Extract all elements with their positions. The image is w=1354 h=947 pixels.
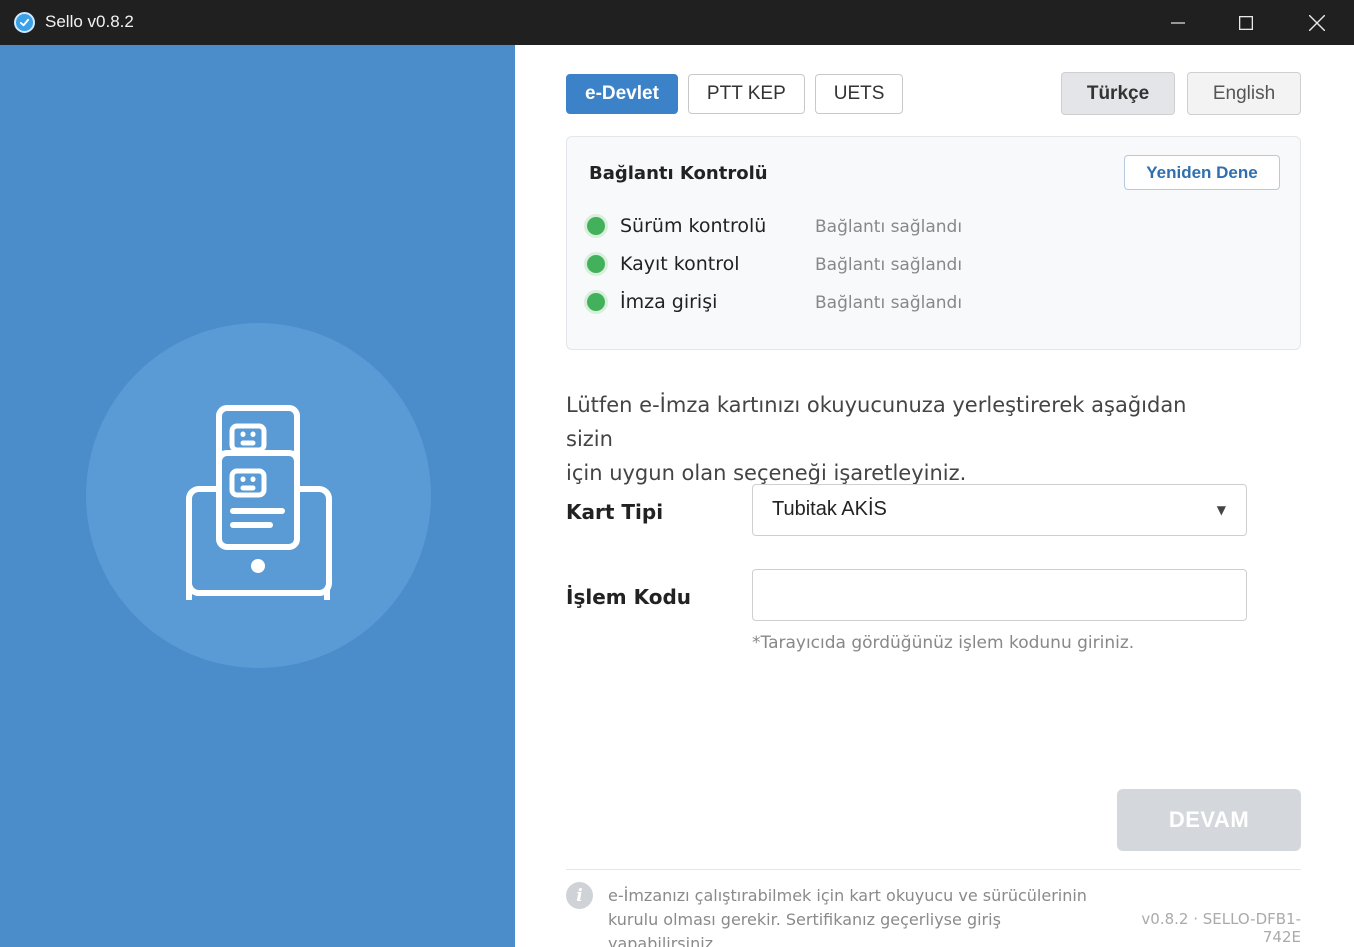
window-title: Sello v0.8.2: [45, 12, 134, 31]
status-row-registration: Kayıt kontrol Bağlantı sağlandı: [585, 251, 1285, 277]
tab-uets[interactable]: UETS: [814, 74, 904, 114]
status-ok-icon: [587, 293, 605, 311]
footer-info-line: e-İmzanızı çalıştırabilmek için kart oku…: [608, 886, 1087, 905]
version-label: v0.8.2 · SELLO-DFB1-742E: [1141, 910, 1301, 946]
close-button[interactable]: [1282, 0, 1352, 45]
operation-code-input[interactable]: [752, 569, 1247, 621]
operation-code-hint: *Tarayıcıda gördüğünüz işlem kodunu giri…: [752, 633, 1135, 653]
status-row-signature: İmza girişi Bağlantı sağlandı: [585, 289, 1285, 315]
title-bar: Sello v0.8.2: [0, 0, 1354, 45]
left-panel: [0, 45, 515, 947]
footer-info-text: e-İmzanızı çalıştırabilmek için kart oku…: [608, 884, 1108, 947]
info-icon: i: [566, 882, 593, 909]
close-icon: [1309, 14, 1325, 31]
status-label: Sürüm kontrolü: [620, 215, 767, 237]
tab-ptt-kep[interactable]: PTT KEP: [687, 74, 805, 114]
instructions-text: Lütfen e-İmza kartınızı okuyucunuza yerl…: [566, 388, 1226, 490]
tab-e-devlet[interactable]: e-Devlet: [566, 74, 678, 114]
connection-check-panel: Bağlantı Kontrolü Yeniden Dene Sürüm kon…: [566, 136, 1301, 350]
maximize-button[interactable]: [1211, 0, 1281, 45]
card-type-value: Tubitak AKİS: [772, 498, 887, 520]
card-type-select[interactable]: Tubitak AKİS ▼: [752, 484, 1247, 536]
service-tabs: e-Devlet PTT KEP UETS: [566, 74, 904, 114]
minimize-button[interactable]: [1143, 0, 1213, 45]
app-logo-icon: [14, 12, 35, 33]
language-turkish-button[interactable]: Türkçe: [1061, 72, 1175, 115]
status-row-version: Sürüm kontrolü Bağlantı sağlandı: [585, 213, 1285, 239]
footer-info-line: kurulu olması gerekir. Sertifikanız geçe…: [608, 910, 1001, 947]
status-value: Bağlantı sağlandı: [815, 255, 963, 275]
status-ok-icon: [587, 255, 605, 273]
minimize-icon: [1171, 21, 1185, 24]
caret-down-icon: ▼: [1216, 503, 1226, 517]
operation-code-label: İşlem Kodu: [566, 585, 692, 609]
continue-button[interactable]: DEVAM: [1117, 789, 1301, 851]
status-value: Bağlantı sağlandı: [815, 293, 963, 313]
instructions-line: Lütfen e-İmza kartınızı okuyucunuza yerl…: [566, 393, 1187, 451]
card-type-label: Kart Tipi: [566, 500, 664, 524]
status-label: İmza girişi: [620, 291, 718, 313]
status-label: Kayıt kontrol: [620, 253, 740, 275]
retry-button[interactable]: Yeniden Dene: [1124, 155, 1280, 190]
connection-check-title: Bağlantı Kontrolü: [589, 163, 768, 184]
footer-divider: [566, 869, 1301, 870]
maximize-icon: [1239, 15, 1253, 30]
status-ok-icon: [587, 217, 605, 235]
status-value: Bağlantı sağlandı: [815, 217, 963, 237]
language-english-button[interactable]: English: [1187, 72, 1301, 115]
card-icon: [216, 450, 300, 550]
